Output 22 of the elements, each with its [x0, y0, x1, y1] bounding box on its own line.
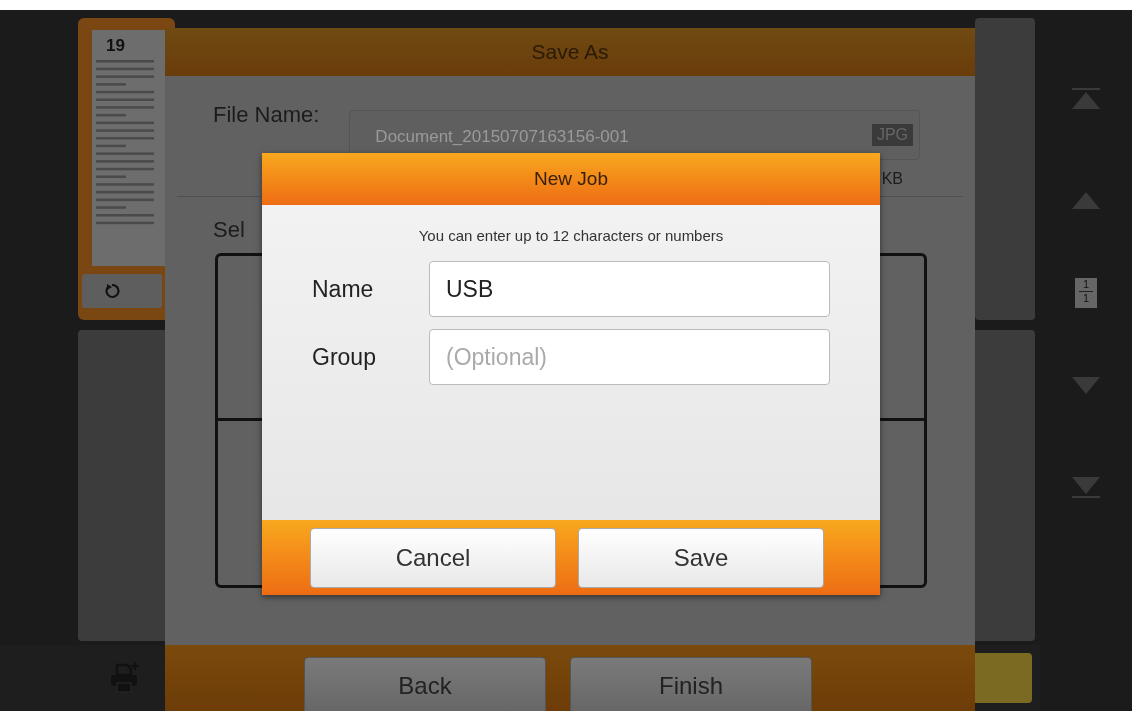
dialog-title: Save As: [531, 40, 609, 64]
back-button[interactable]: Back: [304, 657, 546, 711]
action-button[interactable]: [972, 653, 1032, 703]
size-unit: KB: [881, 170, 903, 188]
select-label: Sel: [213, 217, 245, 242]
cancel-button[interactable]: Cancel: [310, 527, 556, 588]
page-number: 19: [105, 36, 126, 56]
rotate-button[interactable]: [80, 272, 164, 310]
file-name-value: Document_20150707163156-001: [375, 126, 630, 147]
input-field[interactable]: USB: [429, 261, 830, 317]
finish-button[interactable]: Finish: [570, 657, 812, 711]
rotate-icon: [104, 283, 120, 299]
dialog-title: New Job: [534, 168, 608, 190]
page-thumbnail[interactable]: 19: [78, 18, 175, 320]
input-field[interactable]: (Optional): [429, 329, 830, 385]
file-name-label: File Name:: [213, 102, 320, 128]
field-label: Group: [312, 343, 377, 371]
save-button[interactable]: Save: [578, 527, 824, 588]
total-pages: 1: [1082, 292, 1090, 305]
hint-text: You can enter up to 12 characters or numbers: [417, 227, 725, 244]
field-label: Name: [312, 275, 375, 303]
current-page: 1: [1082, 278, 1090, 291]
